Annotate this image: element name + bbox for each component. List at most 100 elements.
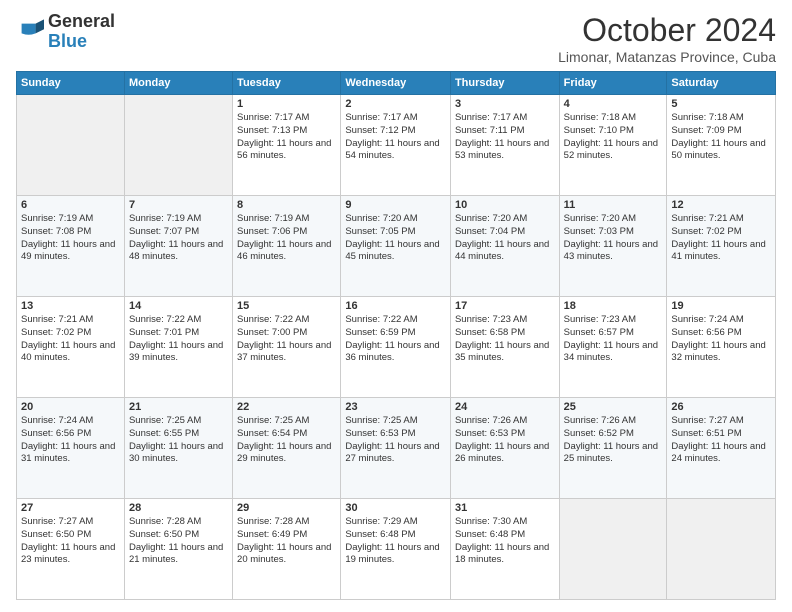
calendar-cell: 16 Sunrise: 7:22 AM Sunset: 6:59 PM Dayli… bbox=[341, 297, 451, 398]
calendar-cell: 24 Sunrise: 7:26 AM Sunset: 6:53 PM Dayli… bbox=[450, 398, 559, 499]
calendar-cell: 28 Sunrise: 7:28 AM Sunset: 6:50 PM Dayli… bbox=[124, 499, 232, 600]
day-info: Sunrise: 7:30 AM Sunset: 6:48 PM Dayligh… bbox=[455, 516, 555, 567]
calendar-cell: 31 Sunrise: 7:30 AM Sunset: 6:48 PM Dayli… bbox=[450, 499, 559, 600]
calendar-table: Sunday Monday Tuesday Wednesday Thursday… bbox=[16, 71, 776, 600]
day-number: 7 bbox=[129, 199, 228, 211]
calendar-cell: 29 Sunrise: 7:28 AM Sunset: 6:49 PM Dayli… bbox=[233, 499, 341, 600]
calendar-cell: 25Sunrise: 7:26 AM Sunset: 6:52 PM Dayli… bbox=[559, 398, 667, 499]
day-number: 20 bbox=[21, 401, 120, 413]
day-info: Sunrise: 7:17 AM Sunset: 7:12 PM Dayligh… bbox=[345, 112, 446, 163]
calendar-cell: 19 Sunrise: 7:24 AM Sunset: 6:56 PM Dayli… bbox=[667, 297, 776, 398]
calendar-week-0: 1 Sunrise: 7:17 AM Sunset: 7:13 PM Daylig… bbox=[17, 95, 776, 196]
day-number: 16 bbox=[345, 300, 446, 312]
header-thursday: Thursday bbox=[450, 72, 559, 95]
calendar-cell: 20Sunrise: 7:24 AM Sunset: 6:56 PM Dayli… bbox=[17, 398, 125, 499]
day-number: 1 bbox=[237, 98, 336, 110]
calendar-cell bbox=[559, 499, 667, 600]
calendar-body: 1 Sunrise: 7:17 AM Sunset: 7:13 PM Daylig… bbox=[17, 95, 776, 600]
day-info: Sunrise: 7:22 AM Sunset: 7:00 PM Dayligh… bbox=[237, 314, 336, 365]
calendar-cell: 12Sunrise: 7:21 AM Sunset: 7:02 PM Dayli… bbox=[667, 196, 776, 297]
calendar-cell bbox=[17, 95, 125, 196]
logo-line1: General bbox=[48, 12, 115, 32]
day-info: Sunrise: 7:18 AM Sunset: 7:09 PM Dayligh… bbox=[671, 112, 771, 163]
header-friday: Friday bbox=[559, 72, 667, 95]
day-number: 28 bbox=[129, 502, 228, 514]
day-number: 21 bbox=[129, 401, 228, 413]
day-info: Sunrise: 7:22 AM Sunset: 7:01 PM Dayligh… bbox=[129, 314, 228, 365]
day-number: 9 bbox=[345, 199, 446, 211]
calendar-cell: 21 Sunrise: 7:25 AM Sunset: 6:55 PM Dayli… bbox=[124, 398, 232, 499]
calendar-cell: 10Sunrise: 7:20 AM Sunset: 7:04 PM Dayli… bbox=[450, 196, 559, 297]
logo-line2: Blue bbox=[48, 32, 115, 52]
day-info: Sunrise: 7:19 AM Sunset: 7:08 PM Dayligh… bbox=[21, 213, 120, 264]
day-info: Sunrise: 7:20 AM Sunset: 7:03 PM Dayligh… bbox=[564, 213, 663, 264]
calendar-week-1: 6 Sunrise: 7:19 AM Sunset: 7:08 PM Daylig… bbox=[17, 196, 776, 297]
day-info: Sunrise: 7:21 AM Sunset: 7:02 PM Dayligh… bbox=[21, 314, 120, 365]
day-number: 15 bbox=[237, 300, 336, 312]
calendar-cell: 13 Sunrise: 7:21 AM Sunset: 7:02 PM Dayli… bbox=[17, 297, 125, 398]
day-number: 29 bbox=[237, 502, 336, 514]
header-saturday: Saturday bbox=[667, 72, 776, 95]
logo-text: General Blue bbox=[48, 12, 115, 52]
day-info: Sunrise: 7:28 AM Sunset: 6:49 PM Dayligh… bbox=[237, 516, 336, 567]
day-number: 24 bbox=[455, 401, 555, 413]
day-number: 25 bbox=[564, 401, 663, 413]
day-info: Sunrise: 7:26 AM Sunset: 6:53 PM Dayligh… bbox=[455, 415, 555, 466]
subtitle: Limonar, Matanzas Province, Cuba bbox=[558, 49, 776, 65]
calendar-cell: 9Sunrise: 7:20 AM Sunset: 7:05 PM Daylig… bbox=[341, 196, 451, 297]
calendar-cell: 27 Sunrise: 7:27 AM Sunset: 6:50 PM Dayli… bbox=[17, 499, 125, 600]
day-number: 31 bbox=[455, 502, 555, 514]
day-info: Sunrise: 7:27 AM Sunset: 6:50 PM Dayligh… bbox=[21, 516, 120, 567]
day-number: 18 bbox=[564, 300, 663, 312]
day-info: Sunrise: 7:19 AM Sunset: 7:06 PM Dayligh… bbox=[237, 213, 336, 264]
calendar-cell: 5 Sunrise: 7:18 AM Sunset: 7:09 PM Daylig… bbox=[667, 95, 776, 196]
calendar-cell: 11 Sunrise: 7:20 AM Sunset: 7:03 PM Dayli… bbox=[559, 196, 667, 297]
day-number: 12 bbox=[671, 199, 771, 211]
day-info: Sunrise: 7:18 AM Sunset: 7:10 PM Dayligh… bbox=[564, 112, 663, 163]
calendar-cell: 2Sunrise: 7:17 AM Sunset: 7:12 PM Daylig… bbox=[341, 95, 451, 196]
day-number: 26 bbox=[671, 401, 771, 413]
title-block: October 2024 Limonar, Matanzas Province,… bbox=[558, 12, 776, 65]
day-number: 5 bbox=[671, 98, 771, 110]
day-number: 11 bbox=[564, 199, 663, 211]
day-number: 13 bbox=[21, 300, 120, 312]
day-info: Sunrise: 7:22 AM Sunset: 6:59 PM Dayligh… bbox=[345, 314, 446, 365]
calendar-week-2: 13 Sunrise: 7:21 AM Sunset: 7:02 PM Dayli… bbox=[17, 297, 776, 398]
day-number: 19 bbox=[671, 300, 771, 312]
calendar-cell: 18Sunrise: 7:23 AM Sunset: 6:57 PM Dayli… bbox=[559, 297, 667, 398]
page: General Blue October 2024 Limonar, Matan… bbox=[0, 0, 792, 612]
header-row: Sunday Monday Tuesday Wednesday Thursday… bbox=[17, 72, 776, 95]
calendar-week-3: 20Sunrise: 7:24 AM Sunset: 6:56 PM Dayli… bbox=[17, 398, 776, 499]
day-info: Sunrise: 7:25 AM Sunset: 6:54 PM Dayligh… bbox=[237, 415, 336, 466]
calendar-cell: 14 Sunrise: 7:22 AM Sunset: 7:01 PM Dayli… bbox=[124, 297, 232, 398]
calendar-header: Sunday Monday Tuesday Wednesday Thursday… bbox=[17, 72, 776, 95]
day-info: Sunrise: 7:24 AM Sunset: 6:56 PM Dayligh… bbox=[671, 314, 771, 365]
day-info: Sunrise: 7:25 AM Sunset: 6:53 PM Dayligh… bbox=[345, 415, 446, 466]
day-number: 17 bbox=[455, 300, 555, 312]
calendar-cell: 7Sunrise: 7:19 AM Sunset: 7:07 PM Daylig… bbox=[124, 196, 232, 297]
day-info: Sunrise: 7:17 AM Sunset: 7:13 PM Dayligh… bbox=[237, 112, 336, 163]
calendar-cell: 3Sunrise: 7:17 AM Sunset: 7:11 PM Daylig… bbox=[450, 95, 559, 196]
calendar-cell: 15 Sunrise: 7:22 AM Sunset: 7:00 PM Dayli… bbox=[233, 297, 341, 398]
day-number: 8 bbox=[237, 199, 336, 211]
day-number: 27 bbox=[21, 502, 120, 514]
day-info: Sunrise: 7:20 AM Sunset: 7:04 PM Dayligh… bbox=[455, 213, 555, 264]
day-number: 23 bbox=[345, 401, 446, 413]
calendar-cell: 23 Sunrise: 7:25 AM Sunset: 6:53 PM Dayli… bbox=[341, 398, 451, 499]
header-sunday: Sunday bbox=[17, 72, 125, 95]
calendar-cell bbox=[667, 499, 776, 600]
day-info: Sunrise: 7:28 AM Sunset: 6:50 PM Dayligh… bbox=[129, 516, 228, 567]
day-info: Sunrise: 7:25 AM Sunset: 6:55 PM Dayligh… bbox=[129, 415, 228, 466]
main-title: October 2024 bbox=[558, 12, 776, 49]
calendar-cell: 8 Sunrise: 7:19 AM Sunset: 7:06 PM Daylig… bbox=[233, 196, 341, 297]
day-number: 14 bbox=[129, 300, 228, 312]
day-number: 30 bbox=[345, 502, 446, 514]
calendar-cell: 22 Sunrise: 7:25 AM Sunset: 6:54 PM Dayli… bbox=[233, 398, 341, 499]
calendar-cell: 6 Sunrise: 7:19 AM Sunset: 7:08 PM Daylig… bbox=[17, 196, 125, 297]
header: General Blue October 2024 Limonar, Matan… bbox=[16, 12, 776, 65]
day-number: 22 bbox=[237, 401, 336, 413]
day-number: 6 bbox=[21, 199, 120, 211]
calendar-cell: 17Sunrise: 7:23 AM Sunset: 6:58 PM Dayli… bbox=[450, 297, 559, 398]
calendar-cell: 1 Sunrise: 7:17 AM Sunset: 7:13 PM Daylig… bbox=[233, 95, 341, 196]
calendar-cell: 4Sunrise: 7:18 AM Sunset: 7:10 PM Daylig… bbox=[559, 95, 667, 196]
